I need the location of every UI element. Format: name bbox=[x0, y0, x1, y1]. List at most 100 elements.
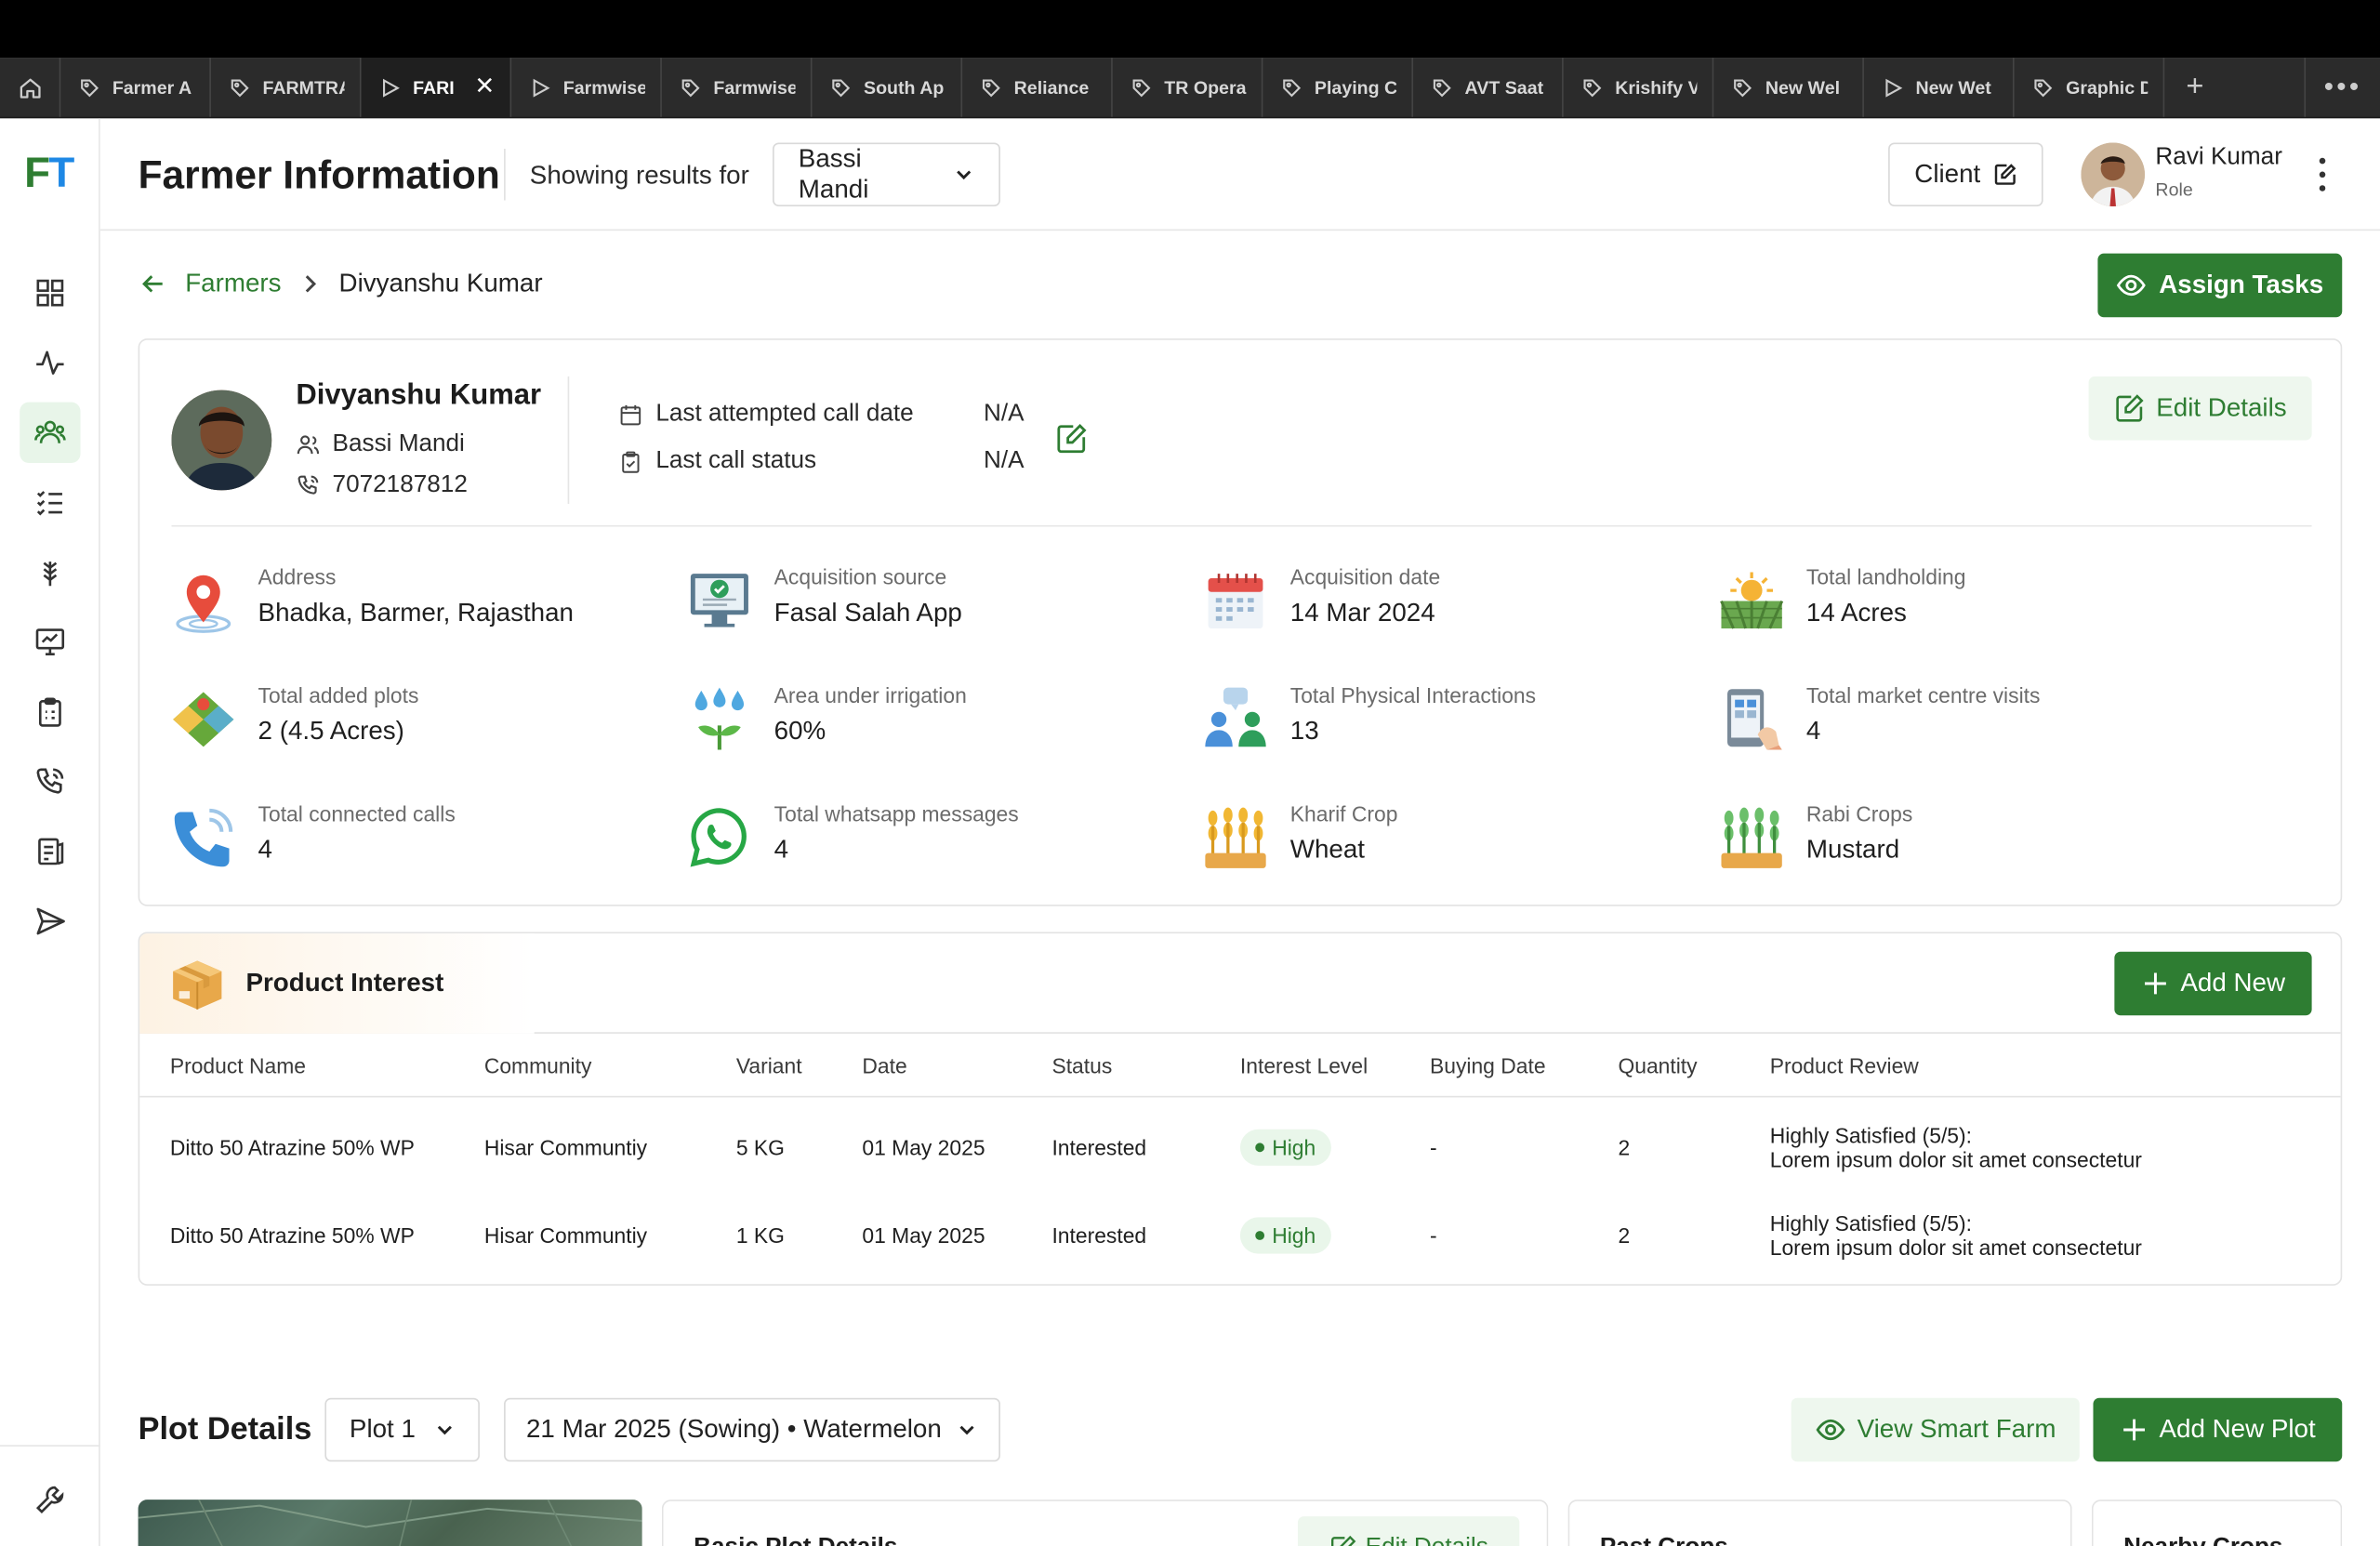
location-pin-icon bbox=[176, 575, 231, 633]
column-header[interactable]: Variant bbox=[736, 1053, 802, 1077]
home-tab-button[interactable] bbox=[0, 58, 61, 117]
stat-market-centre-visits: Total market centre visits 4 bbox=[1718, 683, 2203, 765]
browser-tab[interactable]: South Ap bbox=[812, 58, 963, 117]
stat-physical-interactions-value: 13 bbox=[1289, 716, 1319, 746]
sidebar-item-activity[interactable] bbox=[20, 333, 80, 393]
assign-tasks-button[interactable]: Assign Tasks bbox=[2097, 253, 2343, 318]
monitor-check-icon bbox=[690, 574, 748, 628]
farmer-profile-card: Divyanshu Kumar Bassi Mandi 7072187812 L… bbox=[138, 338, 2343, 906]
sidebar-item-farmers[interactable] bbox=[20, 402, 81, 463]
browser-tab-label: New Wel bbox=[1765, 76, 1841, 99]
edit-details-button[interactable]: Edit Details bbox=[2088, 376, 2312, 441]
add-new-plot-label: Add New Plot bbox=[2159, 1414, 2316, 1444]
breadcrumb-farmers-link[interactable]: Farmers bbox=[185, 269, 281, 299]
browser-tab[interactable]: Graphic D bbox=[2015, 58, 2165, 117]
browser-tab[interactable]: Farmwise bbox=[511, 58, 662, 117]
sidebar-item-monitor[interactable] bbox=[20, 612, 80, 672]
browser-tab-label: Reliance bbox=[1013, 76, 1090, 99]
column-header[interactable]: Product Review bbox=[1770, 1053, 1919, 1077]
browser-tab[interactable]: Reliance bbox=[962, 58, 1113, 117]
nearby-crops-card: Nearby Crops bbox=[2091, 1500, 2343, 1546]
stat-whatsapp-messages-value: 4 bbox=[774, 834, 789, 865]
add-new-plot-button[interactable]: Add New Plot bbox=[2093, 1397, 2343, 1462]
new-tab-button[interactable]: + bbox=[2164, 58, 2225, 117]
column-header[interactable]: Quantity bbox=[1618, 1053, 1697, 1077]
plot-edit-details-button[interactable]: Edit Details bbox=[1297, 1516, 1520, 1546]
view-smart-farm-button[interactable]: View Smart Farm bbox=[1791, 1397, 2080, 1462]
phone-icon bbox=[298, 475, 319, 495]
column-header[interactable]: Date bbox=[862, 1053, 906, 1077]
user-name: Ravi Kumar bbox=[2155, 144, 2282, 170]
clipboard-check-icon bbox=[622, 450, 640, 472]
basic-plot-details-card: Basic Plot Details Edit Details bbox=[661, 1500, 1549, 1546]
browser-tab[interactable]: New Wet bbox=[1864, 58, 2015, 117]
tab-more-icon[interactable]: ••• bbox=[2304, 58, 2380, 117]
product-interest-card: Product Interest Add New Product Name Co… bbox=[138, 932, 2343, 1286]
client-button[interactable]: Client bbox=[1888, 142, 2043, 207]
people-chat-icon bbox=[1205, 687, 1266, 747]
breadcrumb: Farmers Divyanshu Kumar bbox=[139, 269, 543, 299]
sidebar-item-tools[interactable] bbox=[20, 1469, 80, 1529]
browser-tab-label: AVT Saat bbox=[1464, 76, 1544, 99]
column-header[interactable]: Buying Date bbox=[1430, 1053, 1546, 1077]
plot-select[interactable]: Plot 1 bbox=[324, 1397, 480, 1462]
sidebar-item-reports[interactable] bbox=[20, 821, 80, 881]
plot-map-thumbnail[interactable] bbox=[138, 1500, 642, 1546]
column-header[interactable]: Interest Level bbox=[1240, 1053, 1368, 1077]
sidebar-item-clipboard[interactable] bbox=[20, 681, 80, 742]
sidebar-item-calls[interactable] bbox=[20, 751, 80, 812]
cell-review: Highly Satisfied (5/5): Lorem ipsum dolo… bbox=[1770, 1211, 2142, 1260]
table-row[interactable]: Ditto 50 Atrazine 50% WP Hisar Communtiy… bbox=[139, 1192, 2340, 1280]
browser-tab[interactable]: Playing C bbox=[1263, 58, 1414, 117]
tabs-container: Farmer A FARMTRA FARI ✕ Farmwise Farmwise Sout… bbox=[60, 58, 2165, 117]
past-crops-title: Past Crops bbox=[1600, 1535, 1728, 1546]
back-arrow-icon[interactable] bbox=[139, 271, 166, 297]
location-select[interactable]: Bassi Mandi bbox=[773, 142, 1000, 207]
edit-icon bbox=[1994, 164, 2016, 185]
browser-tab[interactable]: FARI ✕ bbox=[361, 58, 512, 117]
more-options-icon[interactable] bbox=[2307, 155, 2338, 194]
browser-tab[interactable]: AVT Saat bbox=[1413, 58, 1564, 117]
sidebar-item-crops[interactable] bbox=[20, 542, 80, 602]
plot-select-value: Plot 1 bbox=[349, 1414, 416, 1444]
user-role: Role bbox=[2155, 178, 2193, 201]
tag-icon bbox=[2032, 76, 2054, 98]
play-icon bbox=[379, 76, 401, 98]
chevron-down-icon bbox=[437, 1425, 452, 1435]
tag-icon bbox=[1432, 76, 1453, 98]
cell-community: Hisar Communtiy bbox=[483, 1222, 648, 1249]
column-header[interactable]: Product Name bbox=[170, 1053, 306, 1077]
eye-icon bbox=[2117, 274, 2147, 297]
edit-call-icon[interactable] bbox=[1055, 422, 1089, 463]
app-logo[interactable]: FT bbox=[24, 149, 74, 197]
stat-rabi-crops-value: Mustard bbox=[1805, 834, 1900, 865]
column-header[interactable]: Status bbox=[1051, 1053, 1112, 1077]
stat-address: Address Bhadka, Barmer, Rajasthan bbox=[170, 564, 655, 646]
season-select[interactable]: 21 Mar 2025 (Sowing) • Watermelon bbox=[504, 1397, 1000, 1462]
sidebar-item-dashboard[interactable] bbox=[20, 262, 80, 323]
table-row[interactable]: Ditto 50 Atrazine 50% WP Hisar Communtiy… bbox=[139, 1103, 2340, 1192]
stat-acquisition-source-label: Acquisition source bbox=[774, 564, 947, 589]
cell-variant: 1 KG bbox=[735, 1222, 785, 1249]
browser-tab[interactable]: Krishify V bbox=[1564, 58, 1714, 117]
farmer-phone[interactable]: 7072187812 bbox=[333, 472, 468, 499]
user-group-icon bbox=[297, 435, 320, 455]
cell-community: Hisar Communtiy bbox=[483, 1135, 648, 1160]
browser-tab[interactable]: FARMTRA bbox=[211, 58, 362, 117]
browser-tab[interactable]: TR Opera bbox=[1113, 58, 1263, 117]
browser-tab[interactable]: Farmwise bbox=[662, 58, 813, 117]
browser-tab[interactable]: Farmer A bbox=[60, 58, 211, 117]
column-header[interactable]: Community bbox=[484, 1053, 592, 1077]
sidebar-item-tasks[interactable] bbox=[20, 472, 80, 533]
user-avatar[interactable] bbox=[2081, 142, 2146, 207]
tag-icon bbox=[830, 76, 852, 98]
cell-date: 01 May 2025 bbox=[862, 1222, 985, 1249]
add-new-button[interactable]: Add New bbox=[2114, 951, 2312, 1016]
sidebar-item-send[interactable] bbox=[20, 891, 80, 951]
browser-tab[interactable]: New Wel bbox=[1713, 58, 1864, 117]
close-tab-icon[interactable]: ✕ bbox=[474, 74, 495, 99]
header-divider bbox=[504, 149, 506, 201]
page-header: Farmer Information Showing results for B… bbox=[99, 118, 2380, 231]
browser-tab-label: South Ap bbox=[864, 76, 945, 99]
last-call-date-row: Last attempted call date bbox=[619, 401, 914, 428]
